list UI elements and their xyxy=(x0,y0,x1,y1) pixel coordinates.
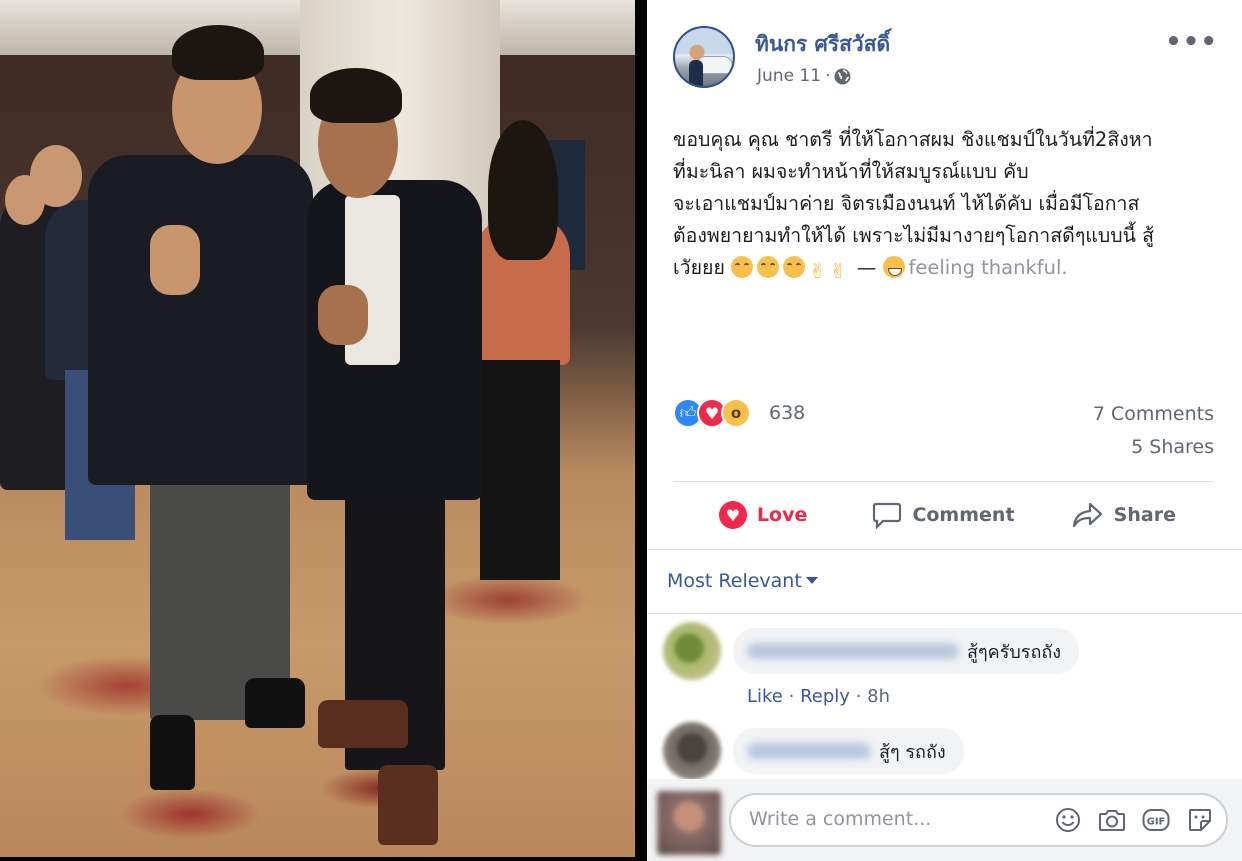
post-date[interactable]: June 11 xyxy=(757,66,821,86)
divider xyxy=(673,481,1214,482)
globe-icon[interactable] xyxy=(834,68,851,85)
post-meta: June 11 · xyxy=(757,66,851,86)
photo-person-right-shoe xyxy=(318,700,408,748)
grinning-emoji-icon xyxy=(882,256,905,278)
camera-icon[interactable] xyxy=(1098,807,1126,833)
post-header: ทินกร ศรีสวัสดิ์ June 11 · ••• xyxy=(673,26,1222,92)
post-panel: ทินกร ศรีสวัสดิ์ June 11 · ••• ขอบคุณ คุ… xyxy=(647,0,1242,861)
shares-count[interactable]: 5 Shares xyxy=(1131,436,1214,458)
comment-actions: Like · Reply · 8h xyxy=(747,686,890,707)
gif-icon[interactable]: GIF xyxy=(1142,807,1170,833)
divider xyxy=(647,613,1242,614)
commenter-avatar[interactable] xyxy=(663,722,721,780)
smiling-emoji-icon xyxy=(783,256,806,278)
comment-timestamp[interactable]: 8h xyxy=(867,686,890,707)
comment-sort-dropdown[interactable]: Most Relevant xyxy=(667,570,818,592)
commenter-avatar[interactable] xyxy=(663,622,721,680)
post-action-bar: ♥ Love Comment Share xyxy=(673,490,1214,540)
love-button[interactable]: ♥ Love xyxy=(673,490,853,540)
comment-composer: Write a comment... GIF xyxy=(647,779,1242,861)
feeling-dash: — xyxy=(856,256,877,279)
photo-person-right-hair xyxy=(310,68,402,123)
share-label: Share xyxy=(1113,504,1176,526)
caret-down-icon xyxy=(805,577,818,584)
comment-bubble-icon xyxy=(873,502,902,529)
smiling-emoji-icon xyxy=(731,256,754,278)
comment-actions-separator: · xyxy=(788,686,795,707)
photo-person-right-shoe xyxy=(378,765,438,845)
comment-text: สู้ๆ รถถัง xyxy=(879,741,946,763)
comment-actions-separator: · xyxy=(855,686,862,707)
gif-icon-label: GIF xyxy=(1147,817,1166,828)
comment-text: สู้ๆครับรถถัง xyxy=(967,641,1062,663)
meta-separator: · xyxy=(825,66,831,86)
photo-person-left-hand xyxy=(150,225,200,295)
photo-background-person-head xyxy=(30,145,82,207)
comment-reply-button[interactable]: Reply xyxy=(800,686,850,707)
more-options-icon[interactable]: ••• xyxy=(1165,29,1218,55)
comment-label: Comment xyxy=(912,504,1015,526)
comments-section: Most Relevant สู้ๆครับรถถัง Like · Reply… xyxy=(647,550,1242,861)
victory-hand-emoji-icon: ✌ xyxy=(829,259,847,283)
photo-person-left-jacket xyxy=(88,155,313,485)
post-text: ขอบคุณ คุณ ชาตรี ที่ให้โอกาสผม ชิงแชมป์ใ… xyxy=(673,124,1223,287)
comment-input-placeholder: Write a comment... xyxy=(749,808,932,830)
emoji-icon[interactable] xyxy=(1054,807,1082,833)
reaction-count[interactable]: 638 xyxy=(769,402,805,424)
post-photo[interactable] xyxy=(0,0,635,857)
comment-bubble: สู้ๆ รถถัง xyxy=(733,728,964,774)
author-name[interactable]: ทินกร ศรีสวัสดิ์ xyxy=(755,28,890,61)
reaction-icons[interactable]: 👍︎ ♥ o xyxy=(673,398,751,428)
photo-person-left-shoe xyxy=(150,715,195,790)
love-heart-icon: ♥ xyxy=(718,501,747,529)
comment-sort-label: Most Relevant xyxy=(667,570,802,592)
smiling-emoji-icon xyxy=(757,256,780,278)
comment-button[interactable]: Comment xyxy=(853,490,1033,540)
comment-input[interactable]: Write a comment... GIF xyxy=(729,793,1228,847)
avatar-figure xyxy=(689,60,703,86)
wow-icon[interactable]: o xyxy=(721,398,751,428)
current-user-avatar xyxy=(657,791,721,855)
victory-hand-emoji-icon: ✌ xyxy=(809,259,826,283)
composer-icons: GIF xyxy=(1054,807,1214,833)
photo-background-person-legs xyxy=(480,360,560,580)
share-arrow-icon xyxy=(1072,502,1102,528)
photo-person-left-hair xyxy=(172,25,264,80)
commenter-name[interactable] xyxy=(747,643,959,659)
commenter-name[interactable] xyxy=(747,743,871,759)
sticker-icon[interactable] xyxy=(1186,807,1214,833)
author-avatar[interactable] xyxy=(673,26,735,88)
comments-count[interactable]: 7 Comments xyxy=(1093,403,1214,425)
photo-background-person-hair xyxy=(488,120,558,260)
comment-like-button[interactable]: Like xyxy=(747,686,783,707)
reactions-summary: 👍︎ ♥ o 638 7 Comments 5 Shares xyxy=(673,398,1214,458)
comment-bubble: สู้ๆครับรถถัง xyxy=(733,628,1080,674)
share-button[interactable]: Share xyxy=(1034,490,1214,540)
photo-person-right-hand xyxy=(318,285,368,345)
feeling-text[interactable]: feeling thankful. xyxy=(909,256,1068,279)
love-label: Love xyxy=(756,504,808,526)
photo-person-left-shoe xyxy=(245,678,305,728)
